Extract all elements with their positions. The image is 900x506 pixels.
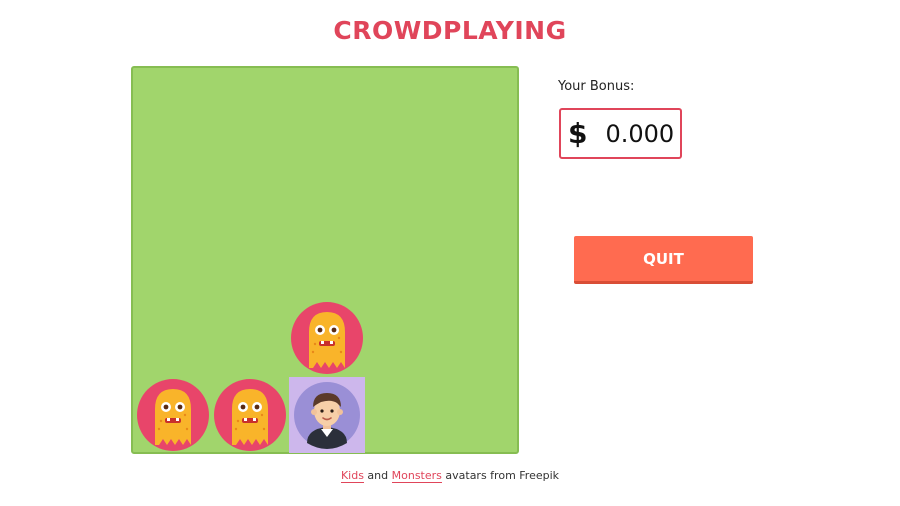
player-kid-avatar [288, 377, 365, 454]
monster-avatar [212, 377, 288, 453]
bonus-display: $ 0.000 [559, 108, 682, 159]
bonus-label: Your Bonus: [558, 79, 635, 94]
currency-symbol: $ [568, 117, 588, 150]
kids-link[interactable]: Kids [340, 469, 364, 483]
monster-icon [137, 379, 209, 452]
monsters-link[interactable]: Monsters [391, 469, 442, 483]
monster-icon [290, 302, 363, 375]
game-title: CROWDPLAYING [333, 16, 567, 45]
bonus-value: 0.000 [605, 119, 675, 148]
credits-and: and [367, 469, 389, 482]
monster-avatar [135, 377, 211, 453]
credits-line: Kids and Monsters avatars from Freepik [0, 469, 900, 483]
game-board[interactable] [131, 66, 519, 454]
quit-button[interactable]: QUIT [574, 236, 753, 284]
monster-icon [213, 379, 286, 452]
monster-avatar [289, 300, 365, 376]
kid-icon [293, 382, 360, 450]
credits-suffix: avatars from Freepik [445, 469, 560, 482]
